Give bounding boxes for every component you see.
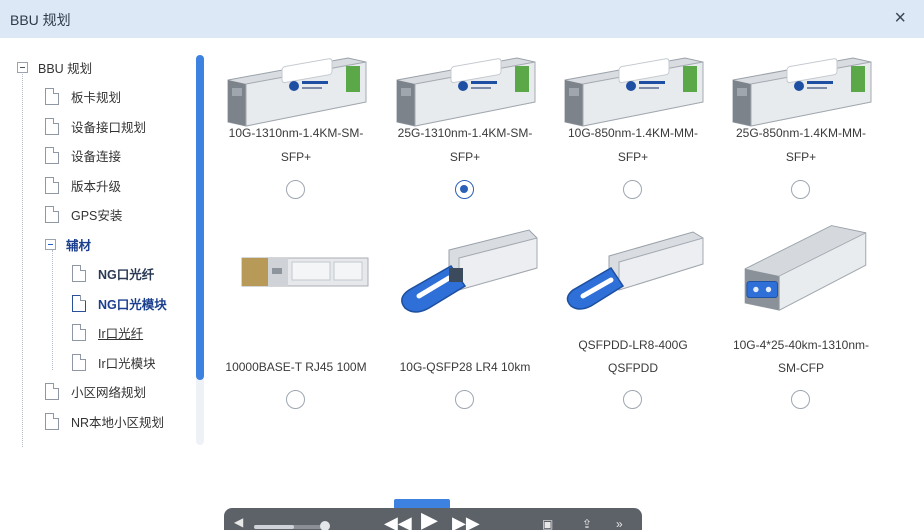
bbu-planning-dialog: BBU 规划 × BBU 规划 板卡规划 设备接口规划 设备连接 版本升级 GP… [0, 0, 924, 530]
module-radio[interactable] [623, 390, 642, 409]
document-icon [45, 117, 59, 135]
volume-fill [254, 525, 294, 529]
fast-forward-icon[interactable]: ▶▶ [452, 513, 480, 530]
qsfpdd-module-icon [566, 231, 704, 310]
dialog-titlebar: BBU 规划 × [0, 0, 924, 38]
tree-scrollbar-thumb[interactable] [196, 55, 204, 380]
tree-item-label: NR本地小区规划 [71, 415, 165, 430]
navigation-tree: BBU 规划 板卡规划 设备接口规划 设备连接 版本升级 GPS安装 辅材 NG… [0, 50, 205, 450]
play-icon[interactable]: ▶ [421, 509, 438, 530]
module-card[interactable]: 25G-1310nm-1.4KM-SM- SFP+ [381, 50, 549, 210]
tree-item-ng-optical-module[interactable]: NG口光模块 [72, 292, 167, 314]
collapse-icon[interactable] [45, 238, 56, 250]
module-radio[interactable] [791, 180, 810, 199]
module-card[interactable]: 25G-850nm-1.4KM-MM- SFP+ [717, 50, 885, 210]
module-name-line2: SFP+ [617, 150, 649, 164]
tree-item-label: Ir口光模块 [98, 356, 156, 371]
tree-item-label: 小区网络规划 [71, 385, 147, 400]
tree-item-ng-fiber[interactable]: NG口光纤 [72, 262, 154, 284]
module-name-line2: QSFPDD [607, 361, 658, 375]
module-card[interactable]: QSFPDD-LR8-400G QSFPDD [549, 218, 717, 413]
module-radio-selected[interactable] [455, 180, 474, 199]
module-name-line2: SM-CFP [778, 361, 824, 375]
module-radio[interactable] [286, 180, 305, 199]
rewind-icon[interactable]: ◀◀ [384, 513, 412, 530]
module-name-line2: SFP+ [785, 150, 817, 164]
module-card[interactable]: 10G-4*25-40km-1310nm- SM-CFP [717, 218, 885, 413]
tree-item-label: Ir口光纤 [98, 326, 144, 341]
tree-item-cell-network[interactable]: 小区网络规划 [45, 380, 146, 402]
module-radio[interactable] [455, 390, 474, 409]
module-radio[interactable] [623, 180, 642, 199]
dialog-title: BBU 规划 [10, 12, 71, 28]
module-name-line1: 10G-4*25-40km-1310nm- [732, 338, 870, 352]
tree-root-label: BBU 规划 [38, 61, 93, 76]
picture-in-picture-icon[interactable]: ▣ [542, 517, 553, 530]
tree-item-version-upgrade[interactable]: 版本升级 [45, 174, 121, 196]
tree-item-ir-optical-module[interactable]: Ir口光模块 [72, 351, 156, 373]
module-name-line1: 10000BASE-T RJ45 100M [225, 360, 367, 374]
module-name-line1: 10G-850nm-1.4KM-MM- [567, 126, 699, 140]
tree-group-accessories[interactable]: 辅材 [45, 233, 91, 255]
module-card[interactable]: 10G-1310nm-1.4KM-SM- SFP+ [212, 50, 380, 210]
tree-item-label: NG口光纤 [98, 267, 155, 282]
cfp-module-icon [744, 225, 867, 311]
document-icon [72, 294, 86, 312]
module-name-line1: 25G-850nm-1.4KM-MM- [735, 126, 867, 140]
module-card[interactable]: 10000BASE-T RJ45 100M [212, 218, 380, 413]
module-card[interactable]: 10G-QSFP28 LR4 10km [381, 218, 549, 413]
module-card[interactable]: 10G-850nm-1.4KM-MM- SFP+ [549, 50, 717, 210]
tree-item-interface-planning[interactable]: 设备接口规划 [45, 115, 146, 137]
document-icon [72, 264, 86, 282]
document-icon [72, 353, 86, 371]
module-name-line2: SFP+ [449, 150, 481, 164]
volume-knob[interactable] [320, 521, 330, 530]
tree-item-label: 设备接口规划 [71, 120, 147, 135]
document-icon [45, 412, 59, 430]
tree-item-gps-install[interactable]: GPS安装 [45, 203, 122, 225]
document-icon [45, 205, 59, 223]
module-name-line2: SFP+ [280, 150, 312, 164]
qsfp28-module-icon [401, 229, 538, 313]
document-icon [45, 87, 59, 105]
module-name-line1: 10G-QSFP28 LR4 10km [399, 360, 531, 374]
tree-item-nr-local-cell[interactable]: NR本地小区规划 [45, 410, 164, 432]
module-name-line1: 10G-1310nm-1.4KM-SM- [228, 126, 364, 140]
document-icon [45, 146, 59, 164]
document-icon [45, 382, 59, 400]
tree-item-label: 版本升级 [71, 179, 122, 194]
module-radio[interactable] [791, 390, 810, 409]
collapse-icon[interactable] [17, 61, 28, 73]
more-icon[interactable]: » [616, 517, 623, 530]
tree-group-label: 辅材 [66, 238, 92, 253]
tree-item-board-planning[interactable]: 板卡规划 [45, 85, 121, 107]
tree-item-label: NG口光模块 [98, 297, 167, 312]
tree-item-ir-fiber[interactable]: Ir口光纤 [72, 321, 143, 343]
video-player-bar: ◀ ◀◀ ▶ ▶▶ ▣ ⇪ » [224, 508, 642, 530]
module-radio[interactable] [286, 390, 305, 409]
document-icon [72, 323, 86, 341]
share-icon[interactable]: ⇪ [582, 517, 592, 530]
rj45-module-icon [241, 257, 369, 287]
close-icon[interactable]: × [894, 8, 906, 28]
tree-root[interactable]: BBU 规划 [17, 56, 92, 78]
module-name-line1: 25G-1310nm-1.4KM-SM- [397, 126, 533, 140]
document-icon [45, 176, 59, 194]
module-name-line1: QSFPDD-LR8-400G [578, 338, 688, 352]
tree-item-label: 设备连接 [71, 149, 122, 164]
speaker-icon[interactable]: ◀ [234, 515, 243, 529]
tree-item-label: GPS安装 [71, 208, 123, 223]
tree-item-device-connection[interactable]: 设备连接 [45, 144, 121, 166]
tree-item-label: 板卡规划 [71, 90, 122, 105]
